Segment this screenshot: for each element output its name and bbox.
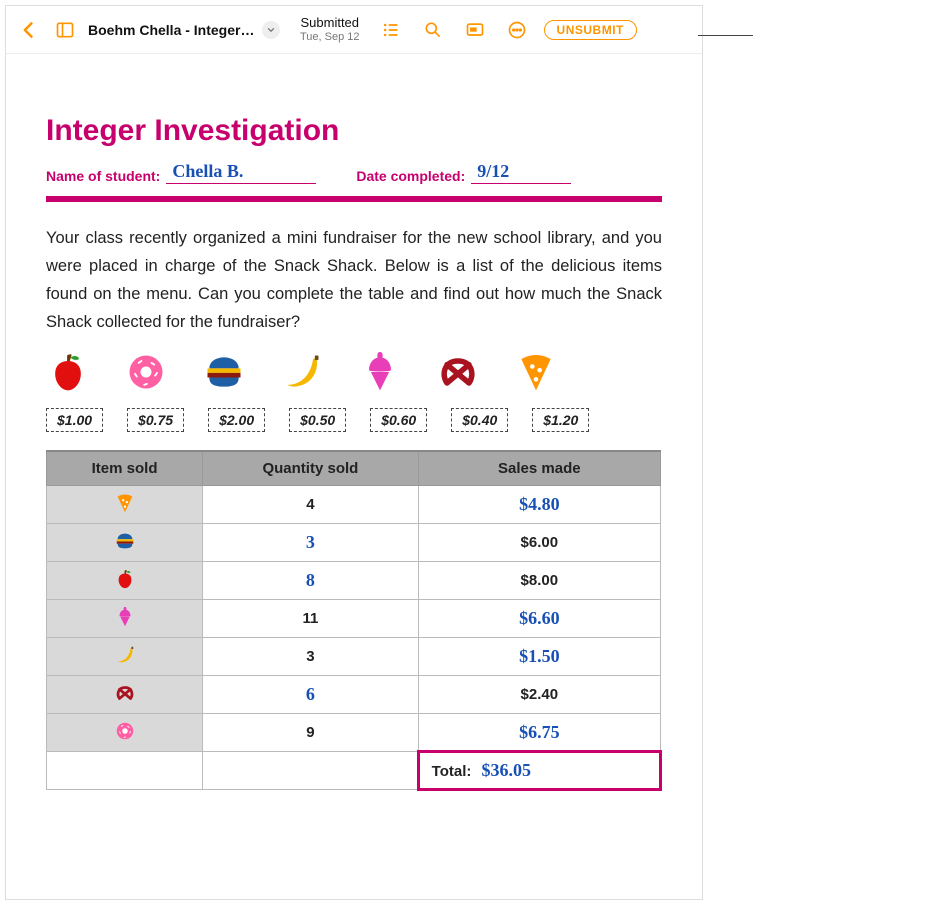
sales-table: Item sold Quantity sold Sales made 4$4.8… — [46, 450, 662, 791]
banana-icon — [280, 350, 324, 394]
table-row: 3$6.00 — [47, 524, 661, 562]
empty-cell — [47, 752, 203, 790]
total-label: Total: — [432, 763, 472, 780]
total-row: Total: $36.05 — [47, 752, 661, 790]
name-label: Name of student: — [46, 168, 160, 184]
price-pizza: $1.20 — [532, 408, 589, 432]
col-qty: Quantity sold — [203, 451, 419, 486]
item-cell-burger — [47, 524, 203, 562]
table-row: 8$8.00 — [47, 562, 661, 600]
callout-line — [698, 35, 753, 36]
date-field: 9/12 — [471, 162, 571, 184]
item-cell-pizza — [47, 486, 203, 524]
unsubmit-button[interactable]: UNSUBMIT — [544, 20, 637, 40]
name-value: Chella B. — [166, 161, 243, 182]
qty-cell: 8 — [203, 562, 419, 600]
table-row: 9$6.75 — [47, 714, 661, 752]
item-cell-pretzel — [47, 676, 203, 714]
apple-icon — [46, 350, 90, 394]
more-icon[interactable] — [502, 15, 532, 45]
instructions-paragraph: Your class recently organized a mini fun… — [46, 224, 662, 336]
list-icon[interactable] — [376, 15, 406, 45]
table-row: 4$4.80 — [47, 486, 661, 524]
name-field: Chella B. — [166, 162, 316, 184]
qty-cell: 3 — [203, 524, 419, 562]
qty-cell: 11 — [203, 600, 419, 638]
sales-cell: $8.00 — [418, 562, 660, 600]
col-item: Item sold — [47, 451, 203, 486]
item-cell-apple — [47, 562, 203, 600]
table-row: 6$2.40 — [47, 676, 661, 714]
sales-cell: $2.40 — [418, 676, 660, 714]
search-icon[interactable] — [418, 15, 448, 45]
table-row: 11$6.60 — [47, 600, 661, 638]
pizza-icon — [514, 350, 558, 394]
presentation-icon[interactable] — [460, 15, 490, 45]
donut-icon — [124, 350, 168, 394]
price-burger: $2.00 — [208, 408, 265, 432]
item-cell-donut — [47, 714, 203, 752]
status-date: Tue, Sep 12 — [300, 31, 360, 43]
back-icon[interactable] — [14, 15, 44, 45]
sidebar-icon[interactable] — [50, 15, 80, 45]
document-title: Boehm Chella - Integers I... — [88, 22, 258, 38]
menu-prices-row: $1.00 $0.75 $2.00 $0.50 $0.60 $0.40 $1.20 — [46, 408, 662, 432]
menu-items-row — [46, 350, 662, 394]
icecream-icon — [358, 350, 402, 394]
empty-cell — [203, 752, 419, 790]
total-value: $36.05 — [482, 760, 532, 780]
worksheet-heading: Integer Investigation — [46, 114, 662, 148]
chevron-down-icon[interactable] — [262, 21, 280, 39]
item-cell-icecream — [47, 600, 203, 638]
sales-cell: $6.00 — [418, 524, 660, 562]
sales-cell: $6.75 — [418, 714, 660, 752]
item-cell-banana — [47, 638, 203, 676]
date-label: Date completed: — [356, 168, 465, 184]
burger-icon — [202, 350, 246, 394]
price-banana: $0.50 — [289, 408, 346, 432]
qty-cell: 3 — [203, 638, 419, 676]
sales-cell: $6.60 — [418, 600, 660, 638]
document-body: Integer Investigation Name of student: C… — [6, 54, 702, 811]
divider — [46, 196, 662, 202]
price-pretzel: $0.40 — [451, 408, 508, 432]
qty-cell: 9 — [203, 714, 419, 752]
status-main: Submitted — [300, 16, 360, 30]
qty-cell: 4 — [203, 486, 419, 524]
date-value: 9/12 — [471, 161, 509, 182]
price-apple: $1.00 — [46, 408, 103, 432]
sales-cell: $1.50 — [418, 638, 660, 676]
toolbar: Boehm Chella - Integers I... Submitted T… — [6, 6, 702, 54]
price-donut: $0.75 — [127, 408, 184, 432]
total-cell: Total: $36.05 — [418, 752, 660, 790]
col-sales: Sales made — [418, 451, 660, 486]
table-row: 3$1.50 — [47, 638, 661, 676]
price-icecream: $0.60 — [370, 408, 427, 432]
qty-cell: 6 — [203, 676, 419, 714]
document-title-group[interactable]: Boehm Chella - Integers I... — [88, 21, 280, 39]
pretzel-icon — [436, 350, 480, 394]
sales-cell: $4.80 — [418, 486, 660, 524]
submission-status: Submitted Tue, Sep 12 — [300, 16, 360, 42]
